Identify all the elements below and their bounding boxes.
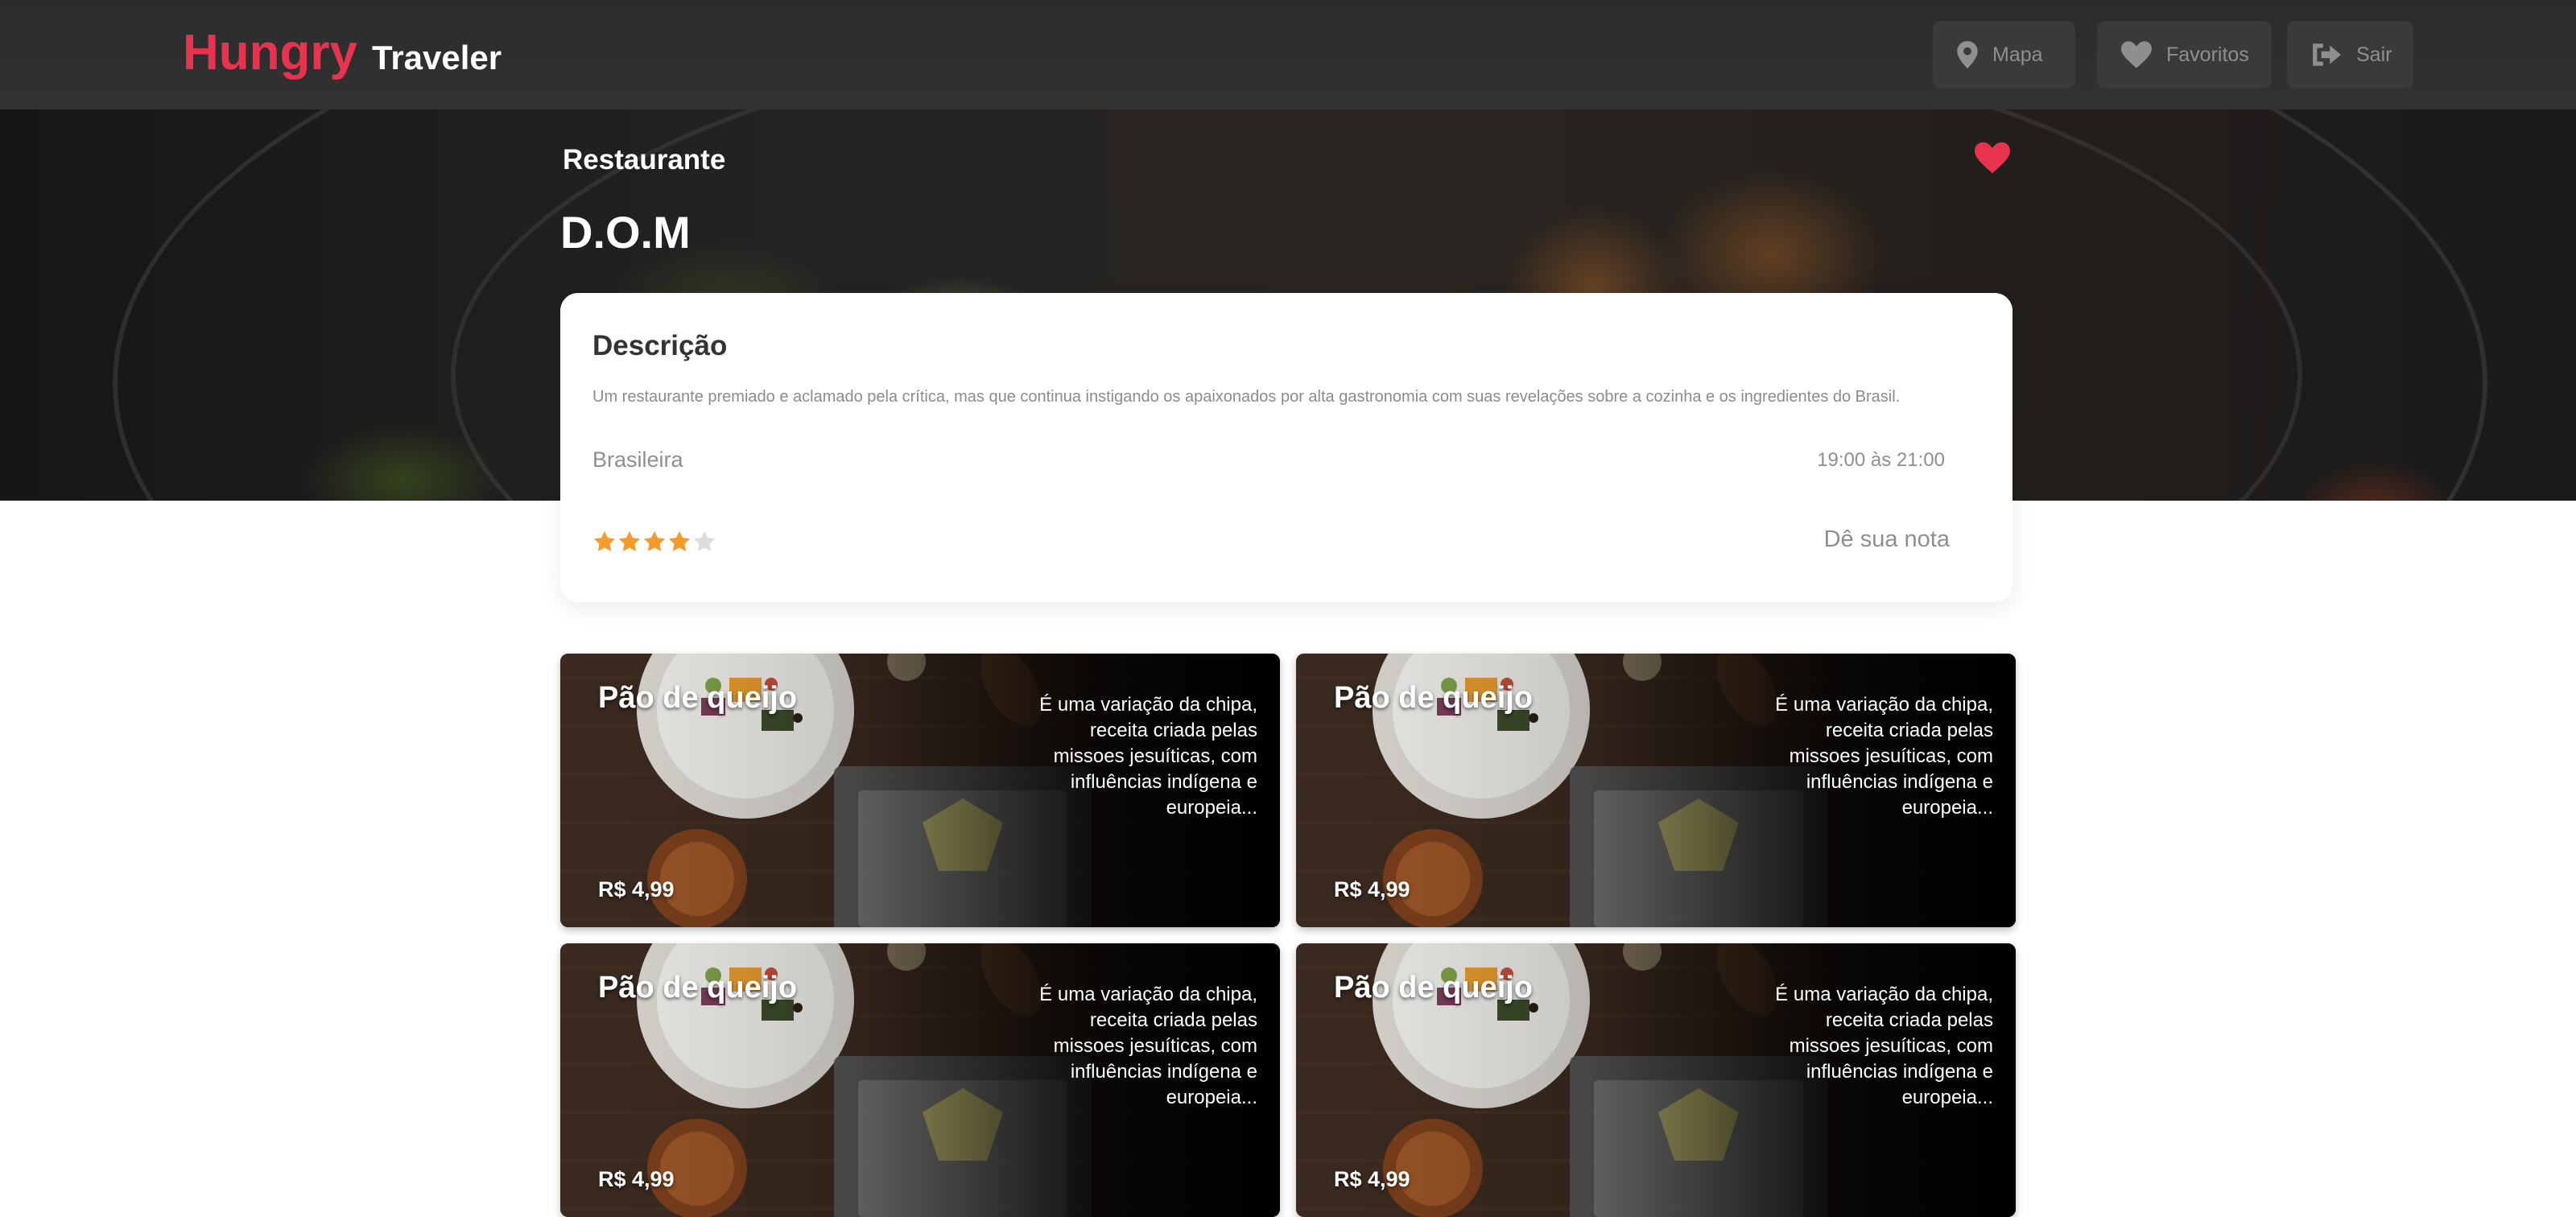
description-text: Um restaurante premiado e aclamado pela … xyxy=(592,388,1901,406)
menu-item-name: Pão de queijo xyxy=(1334,681,1534,715)
heart-icon xyxy=(1975,142,2010,174)
menu-card[interactable]: Pão de queijo É uma variação da chipa, r… xyxy=(560,943,1280,1217)
star-filled-icon[interactable] xyxy=(667,530,691,554)
restaurant-name: D.O.M xyxy=(560,207,691,258)
favorite-toggle[interactable] xyxy=(1975,142,2010,178)
description-heading: Descrição xyxy=(592,330,728,361)
menu-item-price: R$ 4,99 xyxy=(1334,1167,1410,1191)
rating-stars xyxy=(592,530,716,554)
rate-button[interactable]: Dê sua nota xyxy=(1824,526,1950,553)
description-card: Descrição Um restaurante premiado e acla… xyxy=(560,293,2013,602)
menu-item-name: Pão de queijo xyxy=(598,971,798,1005)
cuisine-type: Brasileira xyxy=(592,448,683,472)
star-empty-icon[interactable] xyxy=(692,530,716,554)
menu-item-price: R$ 4,99 xyxy=(598,877,675,901)
navbar: Hungry Traveler Mapa Favoritos Sair xyxy=(0,0,2576,109)
nav-mapa-button[interactable]: Mapa xyxy=(1933,21,2075,89)
brand-logo[interactable]: Hungry Traveler xyxy=(183,24,502,81)
heart-icon xyxy=(2121,41,2152,68)
star-filled-icon[interactable] xyxy=(642,530,667,554)
star-filled-icon[interactable] xyxy=(592,530,617,554)
map-pin-icon xyxy=(1957,41,1978,68)
menu-item-price: R$ 4,99 xyxy=(598,1167,675,1191)
nav-sair-button[interactable]: Sair xyxy=(2287,21,2413,89)
star-filled-icon[interactable] xyxy=(617,530,642,554)
opening-hours: 19:00 às 21:00 xyxy=(1817,449,1945,471)
sign-out-icon xyxy=(2313,43,2341,66)
menu-card[interactable]: Pão de queijo É uma variação da chipa, r… xyxy=(1296,943,2016,1217)
nav-favoritos-button[interactable]: Favoritos xyxy=(2097,21,2272,89)
menu-item-name: Pão de queijo xyxy=(598,681,798,715)
restaurant-label: Restaurante xyxy=(563,144,726,175)
menu-item-name: Pão de queijo xyxy=(1334,971,1534,1005)
brand-main-text: Hungry xyxy=(183,25,357,80)
nav-mapa-label: Mapa xyxy=(1992,43,2043,66)
menu-item-description: É uma variação da chipa, receita criada … xyxy=(1039,984,1257,1108)
nav-favoritos-label: Favoritos xyxy=(2166,43,2249,66)
menu-card[interactable]: Pão de queijo É uma variação da chipa, r… xyxy=(560,654,1280,927)
nav-sair-label: Sair xyxy=(2356,43,2392,66)
menu-item-description: É uma variação da chipa, receita criada … xyxy=(1039,694,1257,819)
menu-item-description: É uma variação da chipa, receita criada … xyxy=(1775,984,1993,1108)
menu-card[interactable]: Pão de queijo É uma variação da chipa, r… xyxy=(1296,654,2016,927)
menu-item-description: É uma variação da chipa, receita criada … xyxy=(1775,694,1993,819)
brand-sub-text: Traveler xyxy=(372,39,502,76)
menu-item-price: R$ 4,99 xyxy=(1334,877,1410,901)
